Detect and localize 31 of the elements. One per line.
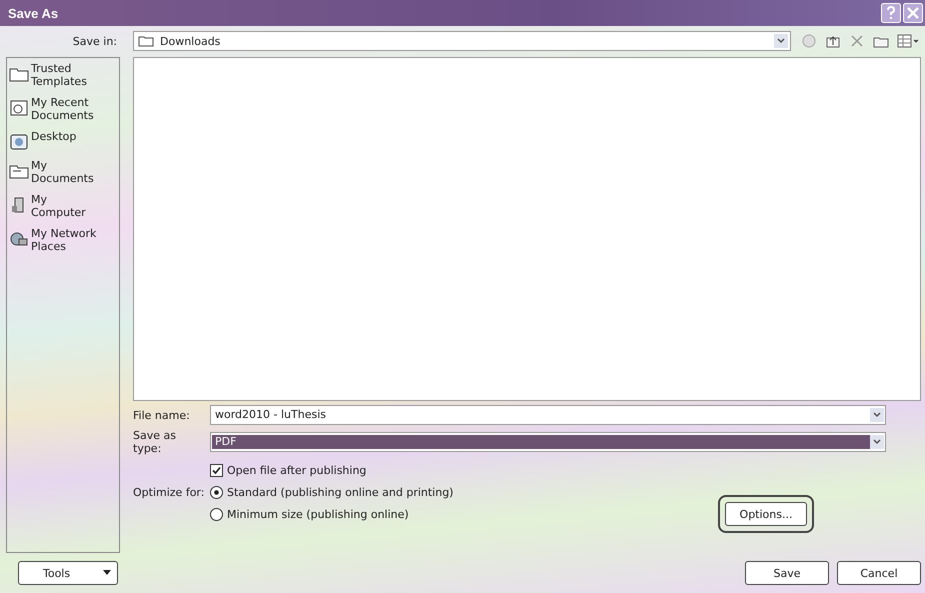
desktop-icon: [9, 133, 29, 151]
folder-icon: [138, 35, 154, 47]
tools-button[interactable]: Tools: [18, 561, 118, 585]
close-icon[interactable]: [903, 3, 923, 23]
open-after-checkbox[interactable]: Open file after publishing: [210, 464, 366, 476]
optimize-radio[interactable]: Minimum size (publishing online): [210, 508, 409, 520]
optimize-radio[interactable]: Standard (publishing online and printing): [210, 486, 454, 498]
delete-icon[interactable]: [849, 33, 865, 49]
places-item[interactable]: My Documents: [9, 159, 117, 185]
document-clock-icon: [9, 99, 29, 117]
optimize-for-label: Optimize for:: [133, 486, 206, 498]
save-in-label: Save in:: [72, 34, 118, 48]
window-title: Save As: [8, 6, 58, 20]
places-item[interactable]: My Computer: [9, 193, 117, 219]
places-item[interactable]: My Network Places: [9, 227, 117, 253]
places-item[interactable]: My Recent Documents: [9, 96, 117, 122]
save-as-type-dropdown[interactable]: PDF: [210, 432, 886, 452]
help-icon[interactable]: [881, 3, 901, 23]
file-name-field[interactable]: word2010 - luThesis: [210, 405, 886, 425]
caret-icon: [103, 570, 111, 576]
file-name-label: File name:: [133, 408, 191, 422]
network-icon: [9, 230, 29, 248]
cancel-button[interactable]: Cancel: [837, 561, 921, 585]
back-icon[interactable]: [801, 33, 817, 49]
places-item[interactable]: Desktop: [9, 130, 117, 151]
save-as-type-label: Save as type:: [133, 429, 177, 455]
save-button[interactable]: Save: [745, 561, 829, 585]
save-in-dropdown[interactable]: Downloads: [133, 31, 791, 51]
views-icon[interactable]: [897, 33, 919, 49]
options-button[interactable]: Options...: [725, 502, 807, 526]
places-item[interactable]: Trusted Templates: [9, 62, 117, 88]
